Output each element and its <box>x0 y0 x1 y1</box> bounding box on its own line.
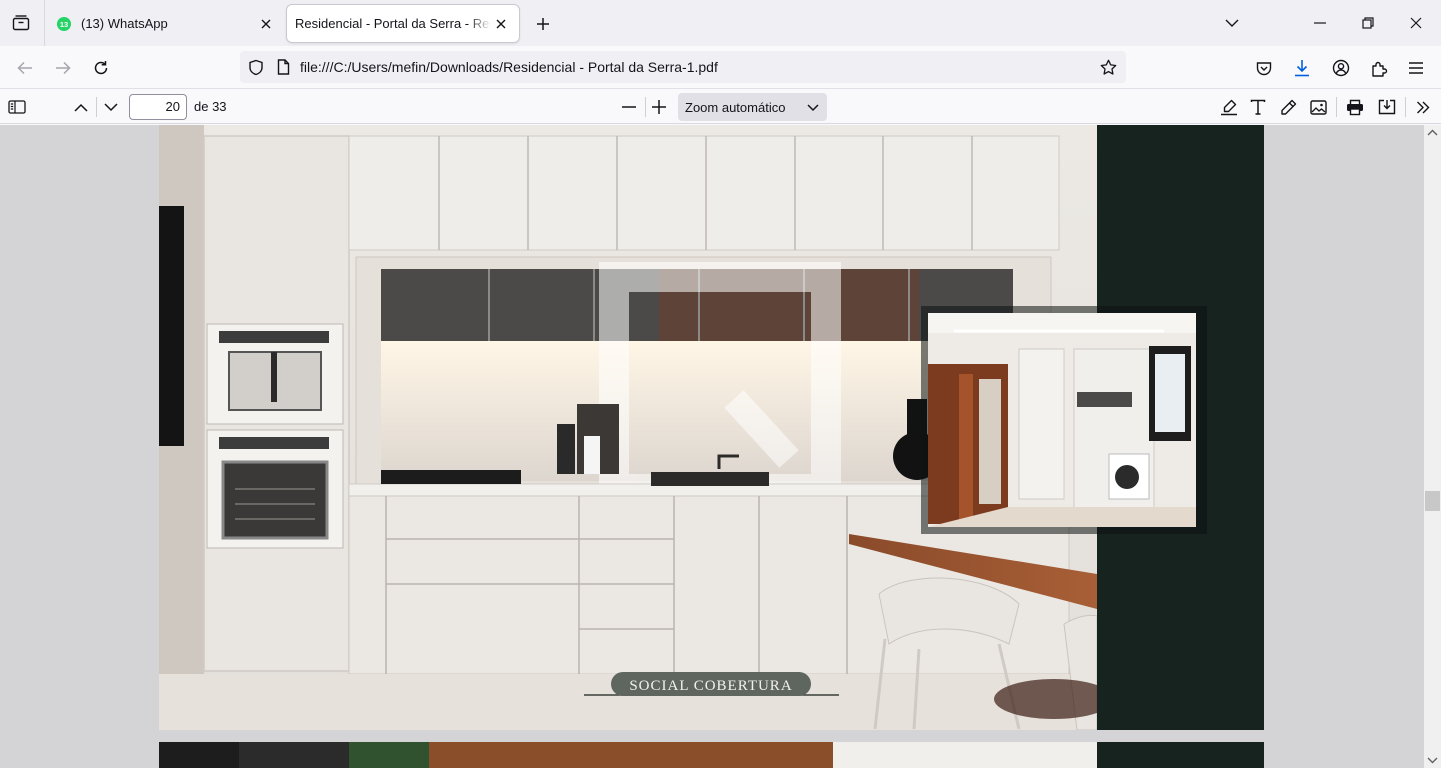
reload-icon <box>94 61 108 75</box>
tools-menu-button[interactable] <box>1410 94 1436 120</box>
bookmark-button[interactable] <box>1094 53 1122 81</box>
close-window-button[interactable] <box>1400 8 1432 38</box>
back-button[interactable] <box>10 53 40 83</box>
save-button[interactable] <box>1374 94 1400 120</box>
pocket-icon <box>1256 61 1272 75</box>
list-all-tabs-button[interactable] <box>1216 8 1248 38</box>
close-tab-button[interactable] <box>491 14 511 34</box>
tab-pdf-document[interactable]: Residencial - Portal da Serra - Residenc… <box>287 5 519 42</box>
chevron-down-icon <box>104 102 118 111</box>
forward-button[interactable] <box>48 53 78 83</box>
add-text-button[interactable] <box>1245 94 1271 120</box>
tab-whatsapp[interactable]: 13 (13) WhatsApp <box>48 5 284 42</box>
previous-page-button[interactable] <box>68 94 94 120</box>
toolbar-divider <box>1405 97 1406 117</box>
puzzle-icon <box>1371 61 1387 77</box>
minimize-icon <box>1314 22 1326 24</box>
arrow-left-icon <box>17 61 32 75</box>
page-caption: SOCIAL COBERTURA <box>629 678 792 694</box>
minus-icon <box>622 106 636 108</box>
pdf-page-next <box>159 742 1264 768</box>
tab-title: Residencial - Portal da Serra - Residenc… <box>295 16 491 31</box>
tab-separator <box>44 0 45 46</box>
plus-icon <box>537 18 549 30</box>
add-image-button[interactable] <box>1305 94 1331 120</box>
star-icon <box>1100 59 1116 75</box>
zoom-out-button[interactable] <box>616 94 642 120</box>
close-tab-button[interactable] <box>256 14 276 34</box>
next-page-rendering <box>159 742 1264 768</box>
print-button[interactable] <box>1342 94 1368 120</box>
image-icon <box>1309 99 1327 115</box>
site-info-button[interactable] <box>274 58 292 76</box>
inset-laundry-rendering <box>921 306 1207 534</box>
scroll-down-arrow-icon <box>1427 757 1438 764</box>
text-icon <box>1250 99 1266 115</box>
downloads-button[interactable] <box>1287 53 1317 83</box>
toolbar-divider <box>96 97 97 117</box>
double-chevron-right-icon <box>1417 101 1430 113</box>
page-number-input[interactable]: 20 <box>129 94 187 120</box>
chevron-down-icon <box>1225 19 1239 27</box>
extensions-button[interactable] <box>1364 53 1394 83</box>
pdf-page-current: SOCIAL COBERTURA <box>159 125 1264 731</box>
tracking-protection-button[interactable] <box>246 57 266 77</box>
scrollbar-thumb[interactable] <box>1425 491 1440 511</box>
chevron-down-icon <box>807 104 819 112</box>
caption-badge: SOCIAL COBERTURA <box>584 672 839 696</box>
printer-icon <box>1347 99 1363 115</box>
tab-list-icon <box>12 15 30 31</box>
scroll-up-arrow-icon <box>1427 129 1438 136</box>
next-page-button[interactable] <box>98 94 124 120</box>
address-bar[interactable]: file:///C:/Users/mefin/Downloads/Residen… <box>240 51 1126 83</box>
page-icon <box>277 59 289 75</box>
close-icon <box>1410 17 1422 29</box>
close-icon <box>261 19 271 28</box>
wall-oven-bottom <box>206 429 344 549</box>
save-download-icon <box>1378 99 1396 115</box>
hamburger-menu-icon <box>1409 62 1423 74</box>
plus-icon <box>652 100 666 114</box>
zoom-value: Zoom automático <box>685 99 786 115</box>
kitchen-rendering: SOCIAL COBERTURA <box>159 125 1264 731</box>
sidebar-icon <box>8 100 26 114</box>
pdf-toolbar: 20 de 33 Zoom automático <box>0 90 1441 124</box>
reload-button[interactable] <box>86 53 116 83</box>
new-tab-button[interactable] <box>530 11 556 37</box>
pencil-icon <box>1280 99 1296 115</box>
vertical-scrollbar[interactable] <box>1424 125 1441 768</box>
pocket-button[interactable] <box>1249 53 1279 83</box>
highlight-button[interactable] <box>1216 94 1242 120</box>
highlighter-icon <box>1221 99 1237 116</box>
pdf-viewer[interactable]: SOCIAL COBERTURA <box>0 125 1424 768</box>
download-icon <box>1295 60 1309 77</box>
minimize-button[interactable] <box>1304 8 1336 38</box>
toolbar-divider <box>1336 97 1337 117</box>
draw-button[interactable] <box>1275 94 1301 120</box>
account-icon <box>1332 59 1350 77</box>
toggle-sidebar-button[interactable] <box>4 94 30 120</box>
url-text[interactable]: file:///C:/Users/mefin/Downloads/Residen… <box>300 59 1094 75</box>
tab-title: (13) WhatsApp <box>81 16 168 31</box>
restore-button[interactable] <box>1352 8 1384 38</box>
whatsapp-badge-count: 13 <box>60 20 68 29</box>
close-icon <box>496 19 506 28</box>
chevron-up-icon <box>74 103 88 112</box>
wall-oven-top <box>206 323 344 425</box>
page-count-label: de 33 <box>194 99 227 114</box>
tab-strip: 13 (13) WhatsApp Residencial - Portal da… <box>0 0 1441 46</box>
zoom-select[interactable]: Zoom automático <box>678 93 827 121</box>
arrow-right-icon <box>56 61 71 75</box>
navigation-toolbar: file:///C:/Users/mefin/Downloads/Residen… <box>0 46 1441 89</box>
whatsapp-icon: 13 <box>57 16 71 31</box>
shield-icon <box>249 59 263 75</box>
account-button[interactable] <box>1326 53 1356 83</box>
app-menu-button[interactable] <box>1401 53 1431 83</box>
zoom-in-button[interactable] <box>646 94 672 120</box>
restore-icon <box>1362 17 1374 29</box>
tab-overview-button[interactable] <box>6 9 36 37</box>
